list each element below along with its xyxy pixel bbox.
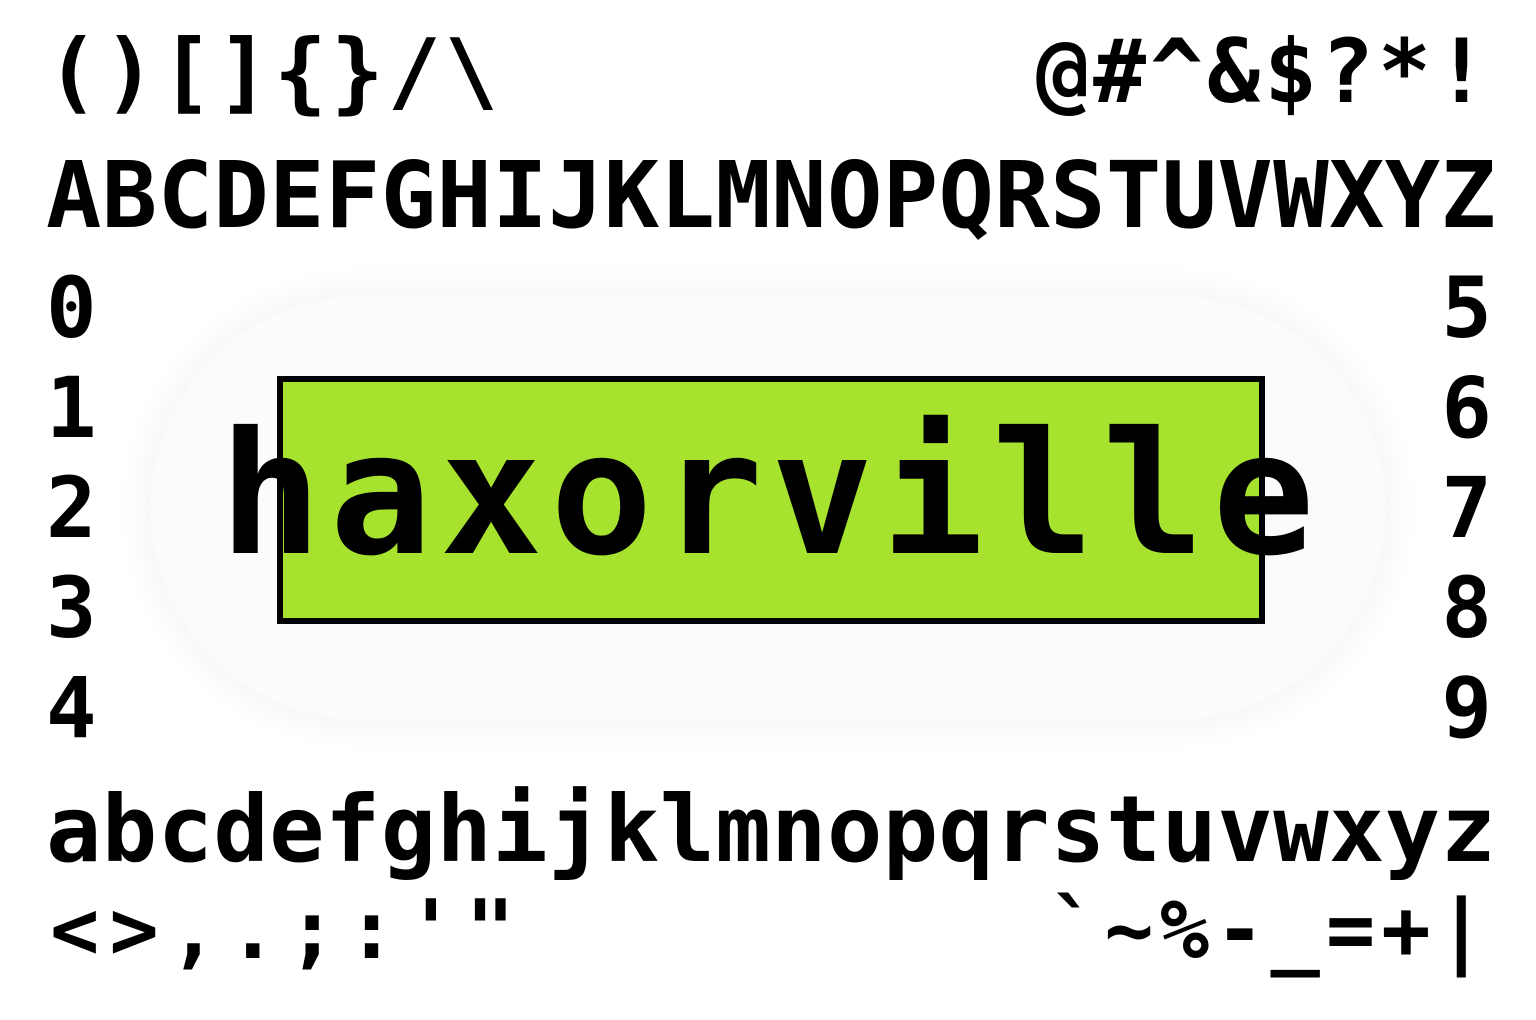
lowercase-letter-glyph: b <box>101 776 158 883</box>
lowercase-letter-glyph: r <box>994 776 1050 883</box>
digit-glyph: 8 <box>1441 559 1492 657</box>
uppercase-letter-glyph: U <box>1161 142 1218 249</box>
uppercase-letter-glyph: K <box>603 142 660 249</box>
uppercase-letter-glyph: F <box>324 142 381 249</box>
lowercase-letter-glyph: o <box>826 776 883 883</box>
lowercase-letter-glyph: a <box>46 776 102 883</box>
lowercase-letter-glyph: f <box>324 776 381 883</box>
lowercase-letter-glyph: s <box>1050 776 1106 883</box>
uppercase-letter-glyph: L <box>659 142 715 249</box>
lowercase-letter-glyph: x <box>1328 776 1385 883</box>
lowercase-letter-glyph: e <box>269 776 325 883</box>
uppercase-letter-glyph: O <box>826 142 883 249</box>
digit-glyph: 0 <box>46 259 97 357</box>
lowercase-alphabet-row: abcdefghijklmnopqrstuvwxyz <box>46 784 1496 876</box>
digit-glyph: 4 <box>46 659 97 757</box>
lowercase-letter-glyph: h <box>436 776 492 883</box>
digit-glyph: 5 <box>1441 259 1492 357</box>
uppercase-letter-glyph: H <box>436 142 492 249</box>
logo-banner: haxorville <box>219 376 1315 624</box>
digits-column-left: 01234 <box>46 266 97 750</box>
uppercase-letter-glyph: Z <box>1440 142 1496 249</box>
uppercase-letter-glyph: G <box>380 142 437 249</box>
lowercase-letter-glyph: t <box>1105 776 1162 883</box>
uppercase-letter-glyph: B <box>101 142 158 249</box>
uppercase-letter-glyph: R <box>994 142 1050 249</box>
digit-glyph: 1 <box>46 359 97 457</box>
lowercase-letter-glyph: m <box>715 776 771 883</box>
uppercase-letter-glyph: E <box>269 142 325 249</box>
uppercase-letter-glyph: N <box>771 142 827 249</box>
lowercase-letter-glyph: l <box>659 776 715 883</box>
uppercase-letter-glyph: A <box>46 142 102 249</box>
uppercase-letter-glyph: T <box>1105 142 1162 249</box>
symbols-row-bottom-left: <>,.;:'" <box>50 883 525 978</box>
digits-column-right: 56789 <box>1441 266 1492 750</box>
lowercase-letter-glyph: u <box>1161 776 1218 883</box>
uppercase-letter-glyph: S <box>1050 142 1106 249</box>
lowercase-letter-glyph: q <box>938 776 994 883</box>
lowercase-letter-glyph: g <box>380 776 437 883</box>
uppercase-letter-glyph: Q <box>938 142 994 249</box>
punctuation-row-top-left: ()[]{}/\ <box>46 20 502 123</box>
uppercase-alphabet-row: ABCDEFGHIJKLMNOPQRSTUVWXYZ <box>46 150 1496 242</box>
digit-glyph: 2 <box>46 459 97 557</box>
digit-glyph: 9 <box>1441 659 1492 757</box>
uppercase-letter-glyph: J <box>548 142 604 249</box>
uppercase-letter-glyph: D <box>213 142 269 249</box>
symbols-row-bottom-right: `~%-_=+| <box>1049 883 1492 978</box>
lowercase-letter-glyph: y <box>1384 776 1441 883</box>
uppercase-letter-glyph: C <box>157 142 213 249</box>
lowercase-letter-glyph: v <box>1217 776 1273 883</box>
digit-glyph: 3 <box>46 559 97 657</box>
lowercase-letter-glyph: w <box>1273 776 1329 883</box>
lowercase-letter-glyph: k <box>603 776 660 883</box>
uppercase-letter-glyph: I <box>492 142 548 249</box>
lowercase-letter-glyph: c <box>157 776 213 883</box>
punctuation-row-top-right: @#^&$?*! <box>1036 20 1492 123</box>
lowercase-letter-glyph: p <box>882 776 939 883</box>
logo-title: haxorville <box>219 396 1323 594</box>
uppercase-letter-glyph: V <box>1217 142 1273 249</box>
lowercase-letter-glyph: i <box>492 776 548 883</box>
lowercase-letter-glyph: j <box>548 776 604 883</box>
digit-glyph: 7 <box>1441 459 1492 557</box>
uppercase-letter-glyph: M <box>715 142 771 249</box>
lowercase-letter-glyph: d <box>213 776 269 883</box>
uppercase-letter-glyph: W <box>1273 142 1329 249</box>
lowercase-letter-glyph: z <box>1440 776 1496 883</box>
digit-glyph: 6 <box>1441 359 1492 457</box>
uppercase-letter-glyph: Y <box>1384 142 1441 249</box>
lowercase-letter-glyph: n <box>771 776 827 883</box>
uppercase-letter-glyph: X <box>1328 142 1385 249</box>
uppercase-letter-glyph: P <box>882 142 939 249</box>
